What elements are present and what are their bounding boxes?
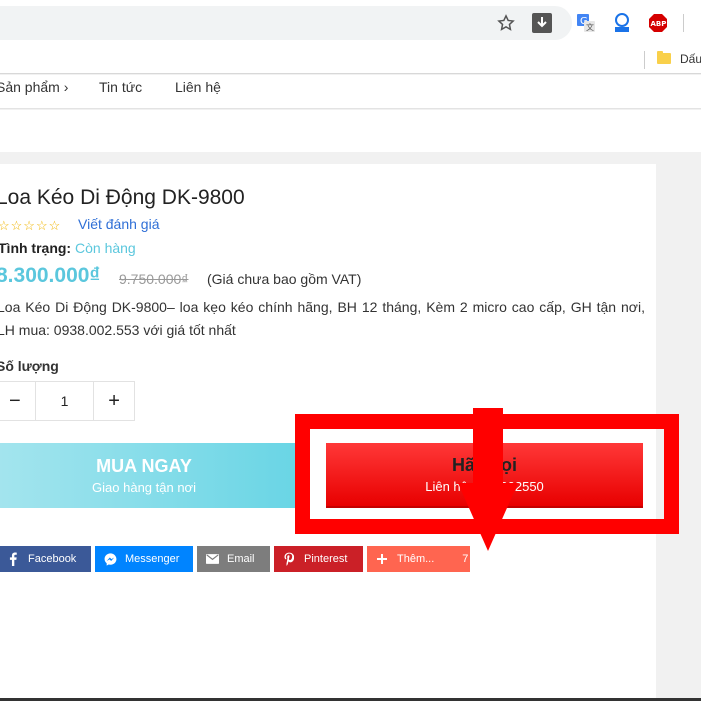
- buy-now-button[interactable]: MUA NGAY Giao hàng tận nơi: [0, 443, 298, 508]
- stock-status: Tình trạng: Còn hàng: [0, 240, 136, 256]
- svg-text:ABP: ABP: [651, 20, 667, 28]
- decrease-quantity-button[interactable]: −: [0, 382, 35, 420]
- share-pinterest-button[interactable]: Pinterest: [274, 546, 363, 572]
- svg-text:文: 文: [586, 22, 594, 32]
- nav-item-products[interactable]: Sản phẩm ›: [0, 79, 68, 95]
- share-facebook-label: Facebook: [28, 553, 77, 565]
- nav-item-contact[interactable]: Liên hệ: [175, 79, 221, 95]
- bookmarks-separator: [644, 51, 645, 69]
- share-facebook-button[interactable]: Facebook: [0, 546, 91, 572]
- stock-status-label: Tình trạng:: [0, 240, 72, 256]
- share-messenger-label: Messenger: [125, 553, 180, 565]
- site-navigation: Sản phẩm › Tin tức Liên hệ: [0, 75, 701, 109]
- download-icon[interactable]: [531, 12, 553, 34]
- write-review-link[interactable]: Viết đánh giá: [78, 216, 159, 232]
- quantity-input[interactable]: 1: [34, 382, 95, 420]
- email-icon: [205, 552, 219, 566]
- share-more-button[interactable]: Thêm... 7: [367, 546, 470, 572]
- rating-stars-icon[interactable]: ☆☆☆☆☆: [0, 218, 61, 234]
- product-card: Loa Kéo Di Động DK-9800 ☆☆☆☆☆ Viết đánh …: [0, 164, 679, 701]
- current-price: 8.300.000₫: [0, 264, 101, 287]
- buy-now-sublabel: Giao hàng tận nơi: [92, 480, 196, 495]
- share-count: 7: [462, 553, 469, 565]
- toolbar-divider: [683, 14, 684, 32]
- translate-icon[interactable]: G文: [575, 12, 597, 34]
- address-bar[interactable]: [0, 6, 572, 40]
- increase-quantity-button[interactable]: +: [94, 382, 134, 420]
- page-header-band: [0, 110, 701, 152]
- bookmarks-bar: Dấu: [0, 46, 701, 74]
- adblock-plus-icon[interactable]: ABP: [647, 12, 669, 34]
- product-description: Loa Kéo Di Động DK-9800– loa kẹo kéo chí…: [0, 299, 645, 338]
- old-price: 9.750.000₫: [119, 271, 189, 287]
- facebook-icon: [6, 552, 20, 566]
- folder-icon[interactable]: [657, 51, 671, 64]
- red-arrow-icon: [458, 408, 518, 551]
- extension-icon[interactable]: [611, 12, 633, 34]
- pinterest-icon: [282, 552, 296, 566]
- nav-item-news[interactable]: Tin tức: [99, 79, 142, 95]
- buy-now-label: MUA NGAY: [96, 456, 192, 476]
- bookmark-folder-label[interactable]: Dấu: [680, 52, 701, 66]
- vat-note: (Giá chưa bao gồm VAT): [207, 271, 362, 287]
- share-pinterest-label: Pinterest: [304, 553, 348, 565]
- product-title: Loa Kéo Di Động DK-9800: [0, 186, 245, 209]
- messenger-icon: [103, 552, 117, 566]
- stock-status-value: Còn hàng: [75, 240, 136, 256]
- share-more-label: Thêm...: [397, 553, 435, 565]
- share-email-label: Email: [227, 553, 255, 565]
- browser-toolbar: G文 ABP: [0, 0, 701, 46]
- quantity-label: Số lượng: [0, 358, 59, 374]
- quantity-stepper: − 1 +: [0, 381, 135, 421]
- share-messenger-button[interactable]: Messenger: [95, 546, 193, 572]
- share-email-button[interactable]: Email: [197, 546, 270, 572]
- bookmark-star-icon[interactable]: [495, 12, 517, 34]
- plus-icon: [375, 552, 389, 566]
